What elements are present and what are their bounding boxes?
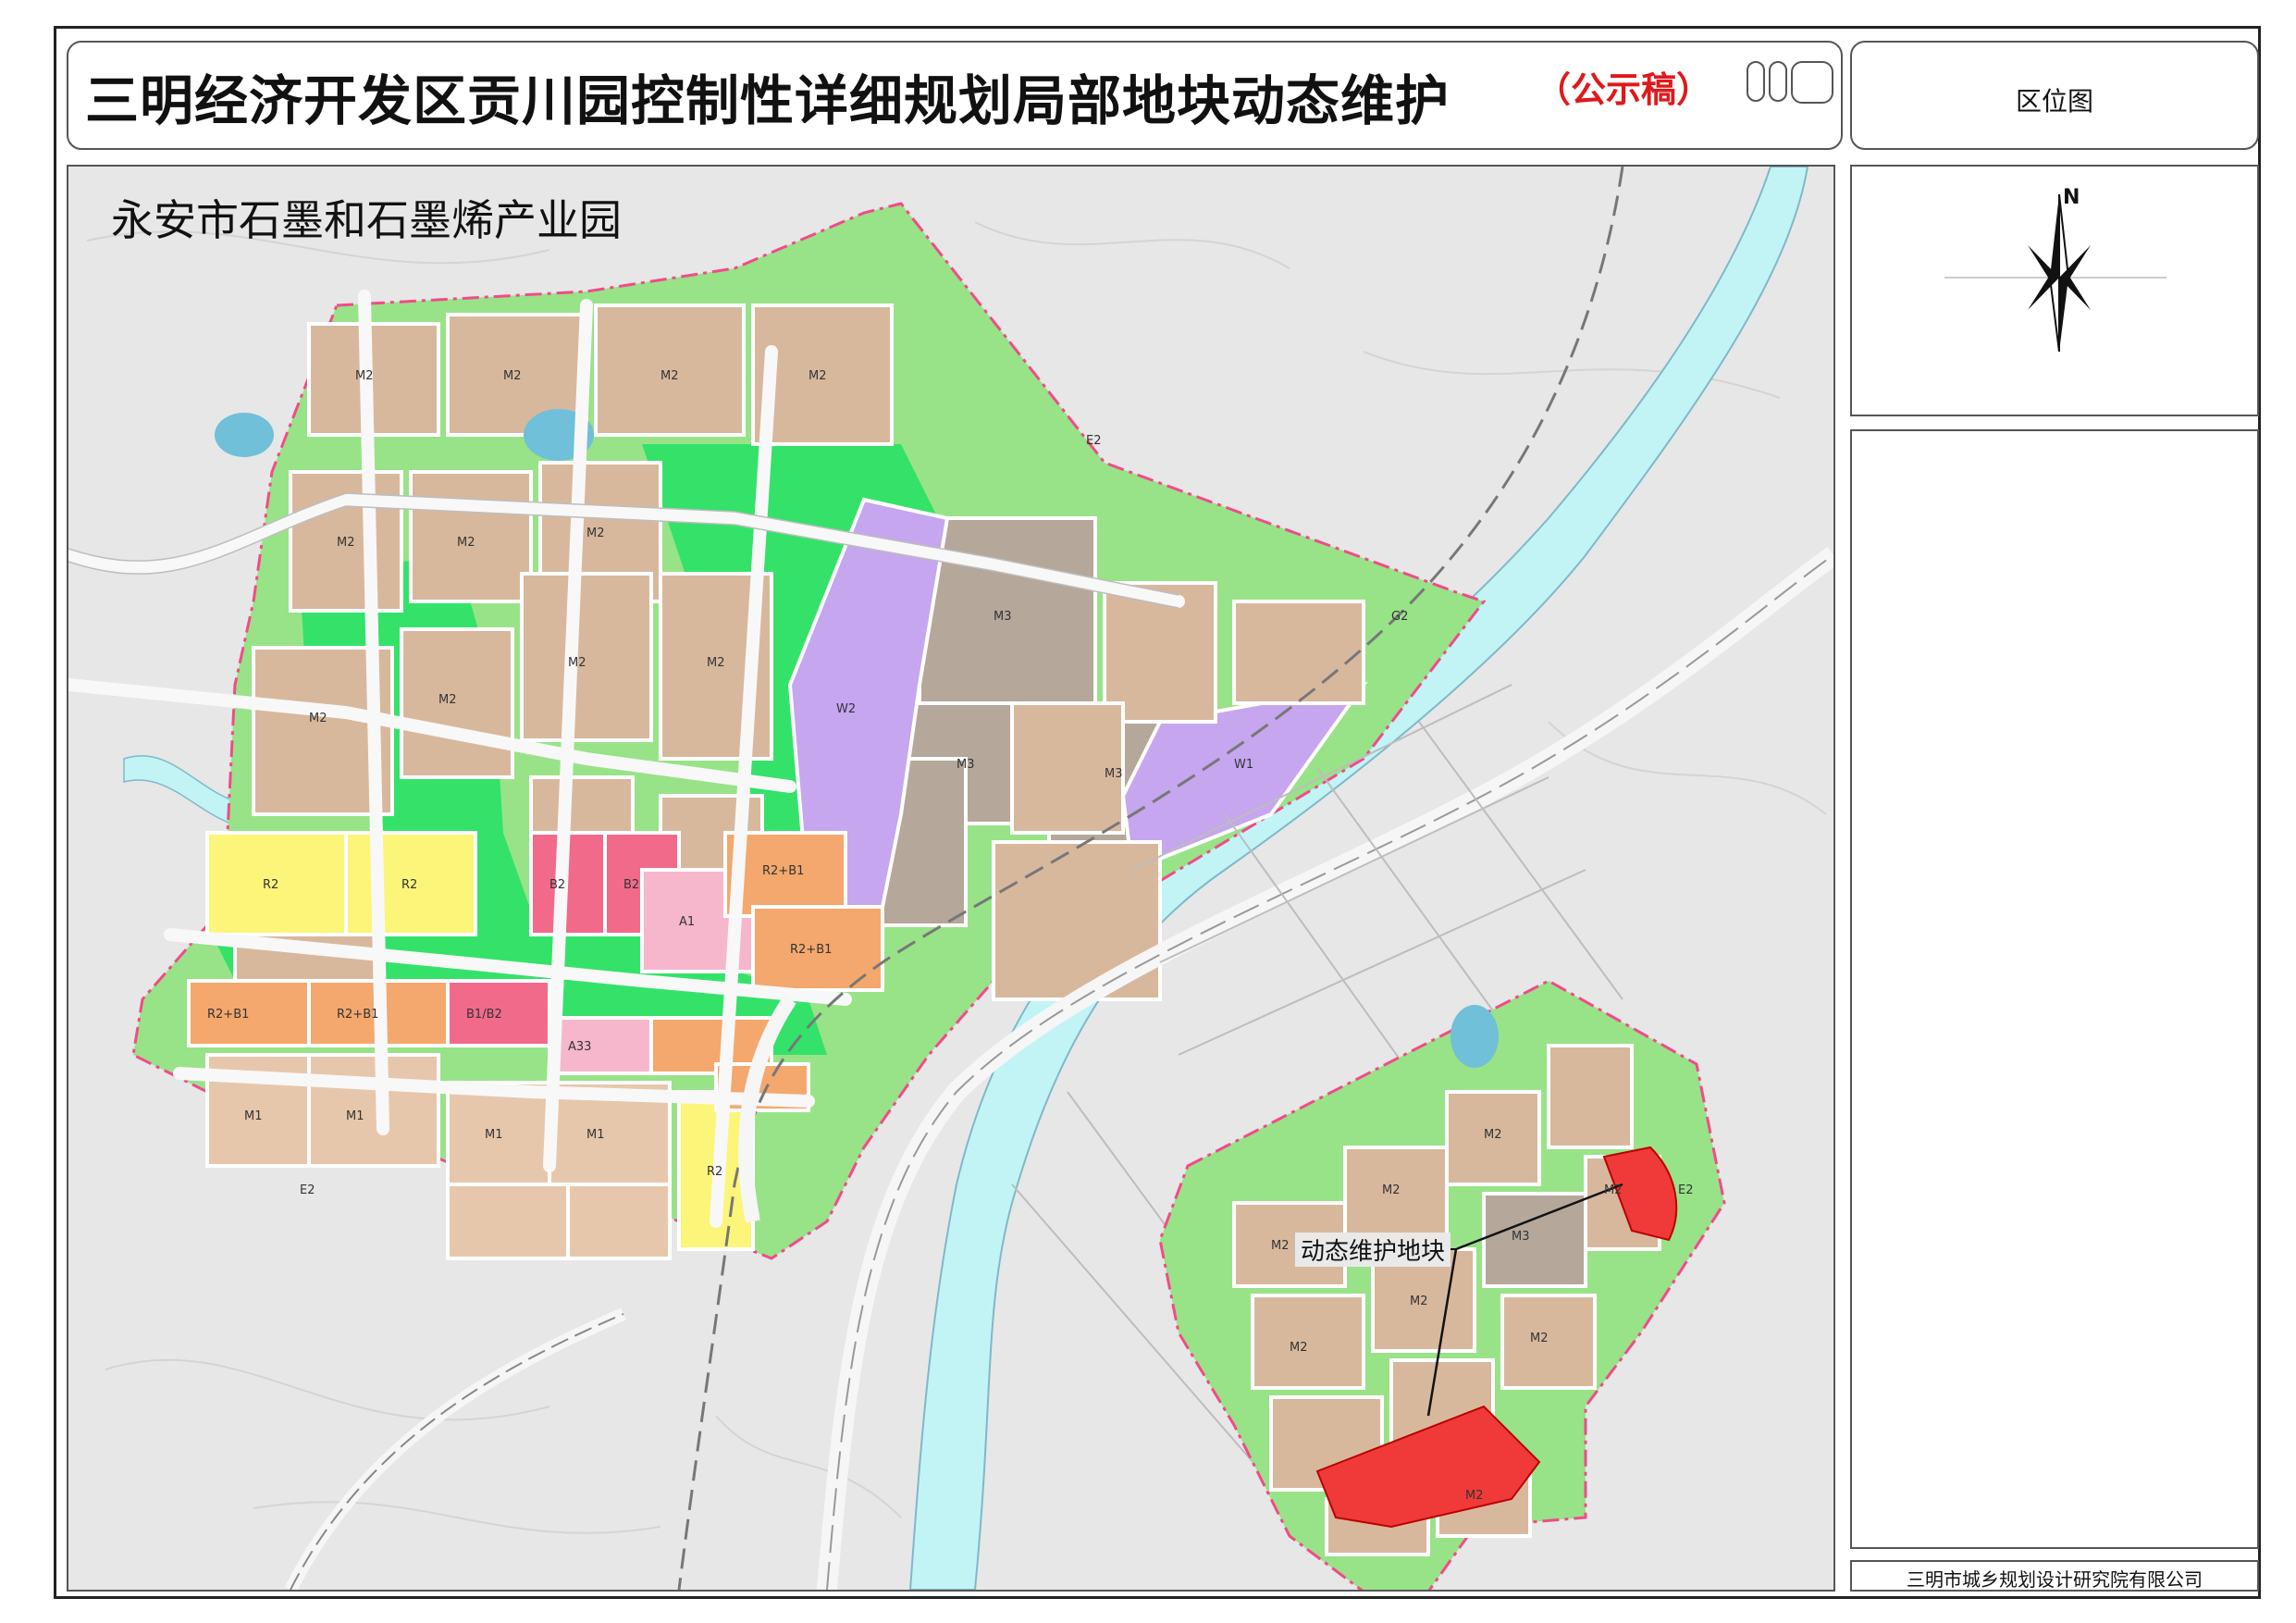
svg-text:B1/B2: B1/B2 bbox=[466, 1008, 502, 1022]
svg-text:M3: M3 bbox=[994, 610, 1012, 624]
svg-text:M2: M2 bbox=[457, 536, 475, 550]
svg-text:M1: M1 bbox=[485, 1128, 503, 1142]
compass-panel: N bbox=[1850, 165, 2259, 416]
svg-text:M3: M3 bbox=[1512, 1230, 1530, 1244]
company-panel: 三明市城乡规划设计研究院有限公司 bbox=[1850, 1560, 2259, 1592]
svg-text:M2: M2 bbox=[1465, 1489, 1484, 1503]
svg-text:M1: M1 bbox=[346, 1109, 364, 1123]
svg-text:M2: M2 bbox=[503, 369, 522, 383]
location-map-header: 区位图 bbox=[1850, 41, 2259, 150]
svg-text:W2: W2 bbox=[836, 702, 856, 716]
page-title: 三明经济开发区贡川园控制性详细规划局部地块动态维护 bbox=[85, 69, 1450, 132]
north-label: N bbox=[2063, 186, 2080, 209]
title-ornament bbox=[1747, 61, 1765, 102]
svg-text:B2: B2 bbox=[549, 878, 565, 892]
svg-text:R2+B1: R2+B1 bbox=[790, 943, 832, 957]
location-map-label: 区位图 bbox=[2015, 86, 2093, 117]
svg-text:E2: E2 bbox=[300, 1183, 315, 1197]
svg-text:B2: B2 bbox=[623, 878, 639, 892]
company-name: 三明市城乡规划设计研究院有限公司 bbox=[1907, 1568, 2203, 1591]
svg-text:M2: M2 bbox=[568, 656, 586, 670]
north-arrow-icon: N bbox=[1944, 186, 2166, 353]
svg-text:M2: M2 bbox=[309, 712, 327, 725]
svg-text:M2: M2 bbox=[660, 369, 679, 383]
park-name-label: 永安市石墨和石墨烯产业园 bbox=[111, 195, 622, 245]
legend-panel bbox=[1850, 429, 2259, 1549]
svg-text:M2: M2 bbox=[355, 369, 374, 383]
svg-text:M2: M2 bbox=[337, 536, 355, 550]
svg-text:M2: M2 bbox=[1382, 1183, 1401, 1197]
svg-text:M2: M2 bbox=[1604, 1183, 1623, 1197]
svg-text:R2: R2 bbox=[707, 1165, 722, 1179]
pond bbox=[215, 413, 274, 457]
title-ornament bbox=[1791, 61, 1833, 104]
svg-text:M2: M2 bbox=[707, 656, 725, 670]
svg-text:M1: M1 bbox=[586, 1128, 605, 1142]
svg-text:E2: E2 bbox=[1086, 434, 1102, 448]
svg-text:M2: M2 bbox=[1410, 1295, 1428, 1308]
svg-text:M3: M3 bbox=[1105, 767, 1123, 781]
maintenance-callout-label: 动态维护地块 bbox=[1295, 1233, 1451, 1267]
svg-text:M1: M1 bbox=[244, 1109, 263, 1123]
svg-text:E2: E2 bbox=[1678, 1183, 1694, 1197]
svg-text:R2+B1: R2+B1 bbox=[207, 1008, 249, 1022]
svg-text:R2+B1: R2+B1 bbox=[337, 1008, 378, 1022]
svg-text:M2: M2 bbox=[1271, 1239, 1290, 1253]
svg-text:R2+B1: R2+B1 bbox=[762, 864, 804, 878]
svg-text:R2: R2 bbox=[263, 878, 278, 892]
planning-map: M2 M2 M2 M2 M2 M2 M2 M2 M2 M2 M2 M3 M3 M3 W2 W1 R2 R… bbox=[67, 165, 1835, 1592]
svg-text:A33: A33 bbox=[568, 1040, 591, 1054]
svg-text:M2: M2 bbox=[809, 369, 827, 383]
svg-text:M2: M2 bbox=[1530, 1332, 1549, 1345]
status-tag: （公示稿） bbox=[1536, 69, 1712, 110]
svg-text:G2: G2 bbox=[1391, 610, 1408, 624]
svg-text:R2: R2 bbox=[401, 878, 417, 892]
svg-text:M2: M2 bbox=[586, 527, 605, 540]
svg-text:M2: M2 bbox=[1290, 1341, 1308, 1355]
svg-text:M2: M2 bbox=[438, 693, 457, 707]
svg-text:W1: W1 bbox=[1234, 758, 1253, 772]
map-canvas: M2 M2 M2 M2 M2 M2 M2 M2 M2 M2 M2 M3 M3 M3 W2 W1 R2 R… bbox=[68, 167, 1833, 1590]
pond-east bbox=[1450, 1005, 1499, 1068]
svg-text:M2: M2 bbox=[1484, 1128, 1502, 1142]
title-ornament bbox=[1769, 61, 1787, 102]
svg-text:A1: A1 bbox=[679, 915, 695, 929]
svg-text:M3: M3 bbox=[957, 758, 975, 772]
